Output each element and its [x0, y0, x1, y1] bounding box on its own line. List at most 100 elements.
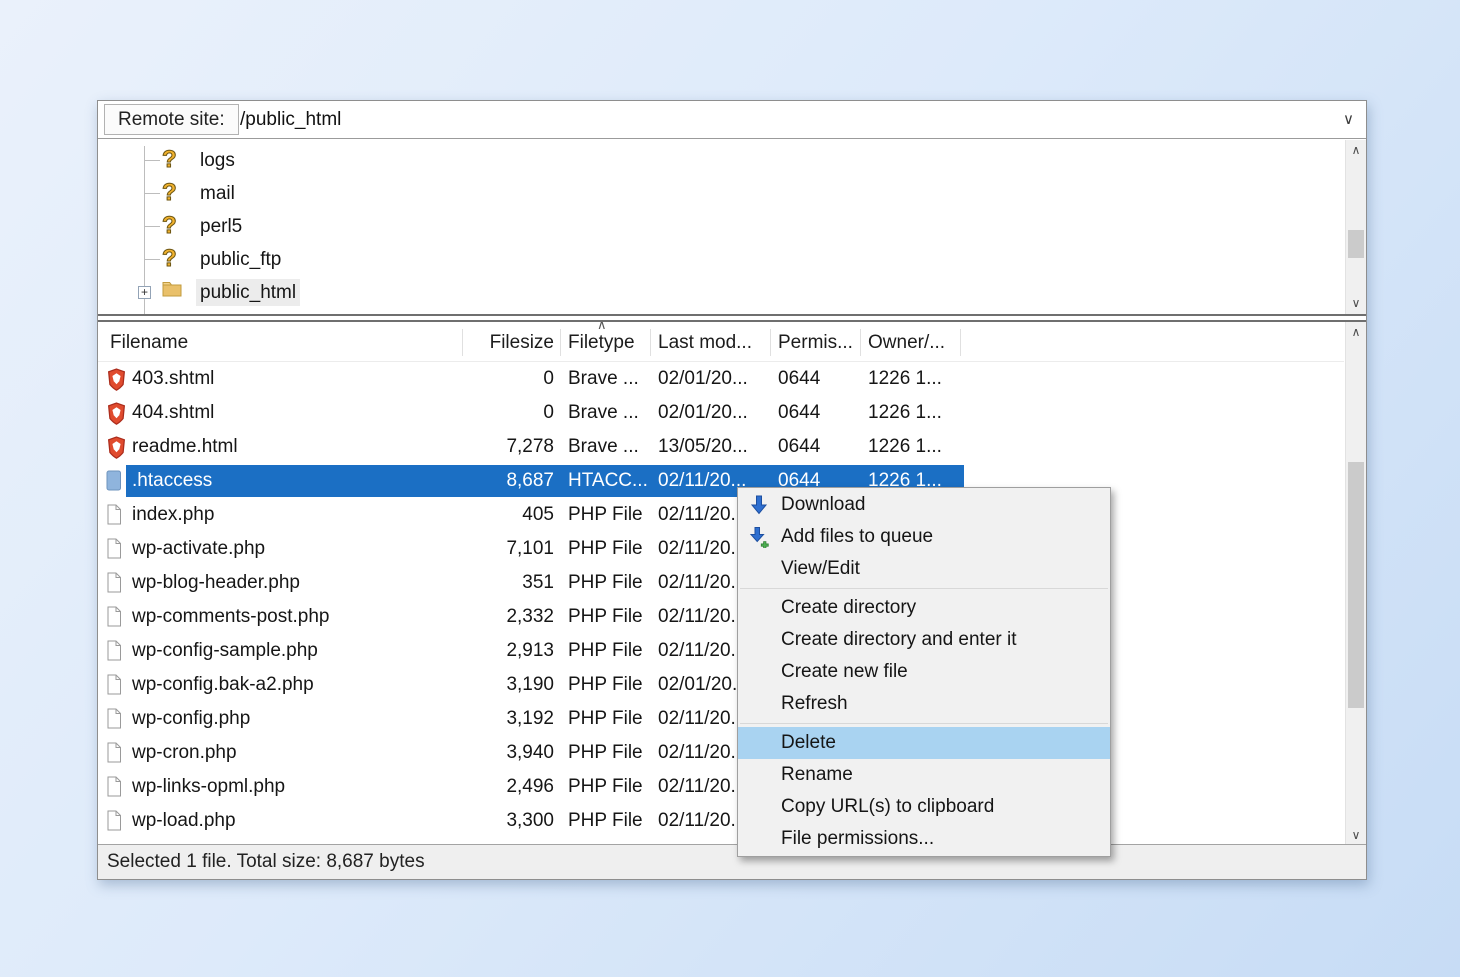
filetype-cell: HTACC...	[568, 464, 654, 498]
column-header-lastmod[interactable]: Last mod...	[658, 322, 752, 362]
file-row-wp-comments-post.php[interactable]: wp-comments-post.php2,332PHP File02/11/2…	[98, 600, 1344, 634]
menu-separator	[740, 588, 1108, 589]
file-row-wp-load.php[interactable]: wp-load.php3,300PHP File02/11/20...	[98, 804, 1344, 838]
tree-scrollbar[interactable]: ∧ ∨	[1345, 140, 1366, 314]
remote-site-path: /public_html	[240, 103, 341, 136]
menu-item-label: Delete	[781, 732, 836, 753]
scroll-down-icon[interactable]: ∨	[1346, 825, 1366, 846]
owner-cell: 1226 1...	[868, 362, 962, 396]
file-row-.htaccess[interactable]: .htaccess8,687HTACC...02/11/20...0644122…	[98, 464, 1344, 498]
column-header-permis[interactable]: Permis...	[778, 322, 853, 362]
menu-item-label: Download	[781, 494, 866, 515]
menu-item-label: Copy URL(s) to clipboard	[781, 796, 994, 817]
download-icon	[748, 494, 770, 516]
menu-item-label: File permissions...	[781, 828, 934, 849]
tree-scrollbar-thumb[interactable]	[1348, 230, 1364, 258]
filename-cell: .htaccess	[132, 464, 472, 498]
filesize-cell: 2,332	[470, 600, 554, 634]
folder-icon	[162, 279, 186, 305]
file-row-404.shtml[interactable]: 404.shtml0Brave ...02/01/20...06441226 1…	[98, 396, 1344, 430]
file-icon	[106, 810, 128, 834]
last_modified-cell: 02/01/20...	[658, 362, 774, 396]
menu-item-delete[interactable]: Delete	[738, 727, 1110, 759]
menu-item-create-directory[interactable]: Create directory	[738, 592, 1110, 624]
scroll-up-icon[interactable]: ∧	[1346, 140, 1366, 161]
file-row-403.shtml[interactable]: 403.shtml0Brave ...02/01/20...06441226 1…	[98, 362, 1344, 396]
filename-cell: wp-config-sample.php	[132, 634, 472, 668]
file-list-header: ∧ FilenameFilesizeFiletypeLast mod...Per…	[98, 322, 1344, 362]
scroll-up-icon[interactable]: ∧	[1346, 322, 1366, 343]
tree-item-label: logs	[196, 147, 239, 174]
file-row-readme.html[interactable]: readme.html7,278Brave ...13/05/20...0644…	[98, 430, 1344, 464]
expand-plus-icon[interactable]: +	[138, 286, 151, 299]
file-row-wp-config.bak-a2.php[interactable]: wp-config.bak-a2.php3,190PHP File02/01/2…	[98, 668, 1344, 702]
file-row-wp-blog-header.php[interactable]: wp-blog-header.php351PHP File02/11/20...	[98, 566, 1344, 600]
menu-item-download[interactable]: Download	[738, 489, 1110, 521]
menu-item-create-directory-and-enter-it[interactable]: Create directory and enter it	[738, 624, 1110, 656]
status-bar: Selected 1 file. Total size: 8,687 bytes	[98, 844, 1366, 879]
filesize-cell: 7,101	[470, 532, 554, 566]
permissions-cell: 0644	[778, 396, 858, 430]
tree-connector	[144, 160, 160, 161]
chevron-down-icon[interactable]: ∨	[1343, 103, 1354, 136]
menu-item-view-edit[interactable]: View/Edit	[738, 553, 1110, 585]
menu-item-file-permissions[interactable]: File permissions...	[738, 823, 1110, 855]
filesize-cell: 3,190	[470, 668, 554, 702]
file-icon	[106, 606, 128, 630]
file-icon	[106, 572, 128, 596]
tree-item-public_ftp[interactable]: ?public_ftp	[138, 243, 1336, 276]
file-row-wp-cron.php[interactable]: wp-cron.php3,940PHP File02/11/20...	[98, 736, 1344, 770]
directory-tree: ?logs?mail?perl5?public_ftp+public_html?	[138, 144, 1336, 316]
tree-item-label: public_ftp	[196, 246, 285, 273]
tree-item-logs[interactable]: ?logs	[138, 144, 1336, 177]
remote-site-label: Remote site:	[104, 104, 239, 135]
menu-item-copy-url-s-to-clipboard[interactable]: Copy URL(s) to clipboard	[738, 791, 1110, 823]
tree-item-mail[interactable]: ?mail	[138, 177, 1336, 210]
column-header-owner[interactable]: Owner/...	[868, 322, 945, 362]
menu-item-create-new-file[interactable]: Create new file	[738, 656, 1110, 688]
file-row-wp-config-sample.php[interactable]: wp-config-sample.php2,913PHP File02/11/2…	[98, 634, 1344, 668]
filename-cell: wp-cron.php	[132, 736, 472, 770]
question-folder-icon: ?	[162, 213, 186, 239]
file-row-wp-config.php[interactable]: wp-config.php3,192PHP File02/11/20...	[98, 702, 1344, 736]
column-separator	[960, 329, 961, 356]
tree-item-perl5[interactable]: ?perl5	[138, 210, 1336, 243]
column-header-filesize[interactable]: Filesize	[470, 322, 554, 362]
column-header-filename[interactable]: Filename	[110, 322, 188, 362]
owner-cell: 1226 1...	[868, 396, 962, 430]
last_modified-cell: 13/05/20...	[658, 430, 774, 464]
filesize-cell: 3,300	[470, 804, 554, 838]
tree-connector	[144, 226, 160, 227]
brave-icon	[106, 436, 128, 460]
column-header-filetype[interactable]: Filetype	[568, 322, 635, 362]
menu-separator	[740, 723, 1108, 724]
file-row-index.php[interactable]: index.php405PHP File02/11/20...	[98, 498, 1344, 532]
filetype-cell: Brave ...	[568, 430, 654, 464]
tree-item-public_html[interactable]: +public_html	[138, 276, 1336, 309]
scroll-down-icon[interactable]: ∨	[1346, 293, 1366, 314]
file-row-wp-activate.php[interactable]: wp-activate.php7,101PHP File02/11/20...	[98, 532, 1344, 566]
remote-site-combobox[interactable]: /public_html ∨	[230, 103, 1364, 136]
file-row-wp-links-opml.php[interactable]: wp-links-opml.php2,496PHP File02/11/20..…	[98, 770, 1344, 804]
tree-item-clipped[interactable]: ?	[138, 309, 1336, 316]
menu-item-refresh[interactable]: Refresh	[738, 688, 1110, 720]
filetype-cell: PHP File	[568, 770, 654, 804]
brave-icon	[106, 368, 128, 392]
filetype-cell: PHP File	[568, 566, 654, 600]
permissions-cell: 0644	[778, 362, 858, 396]
tree-item-label: mail	[196, 180, 239, 207]
file-icon	[106, 776, 128, 800]
filename-cell: wp-links-opml.php	[132, 770, 472, 804]
column-separator	[650, 329, 651, 356]
filetype-cell: PHP File	[568, 668, 654, 702]
menu-item-rename[interactable]: Rename	[738, 759, 1110, 791]
file-list-rows: 403.shtml0Brave ...02/01/20...06441226 1…	[98, 362, 1344, 846]
selection-status-text: Selected 1 file. Total size: 8,687 bytes	[107, 851, 425, 872]
file-list-scrollbar[interactable]: ∧ ∨	[1345, 322, 1366, 846]
menu-item-label: Rename	[781, 764, 853, 785]
filetype-cell: Brave ...	[568, 396, 654, 430]
file-list-scrollbar-thumb[interactable]	[1348, 462, 1364, 708]
menu-item-add-files-to-queue[interactable]: Add files to queue	[738, 521, 1110, 553]
last_modified-cell: 02/01/20...	[658, 396, 774, 430]
filename-cell: wp-load.php	[132, 804, 472, 838]
